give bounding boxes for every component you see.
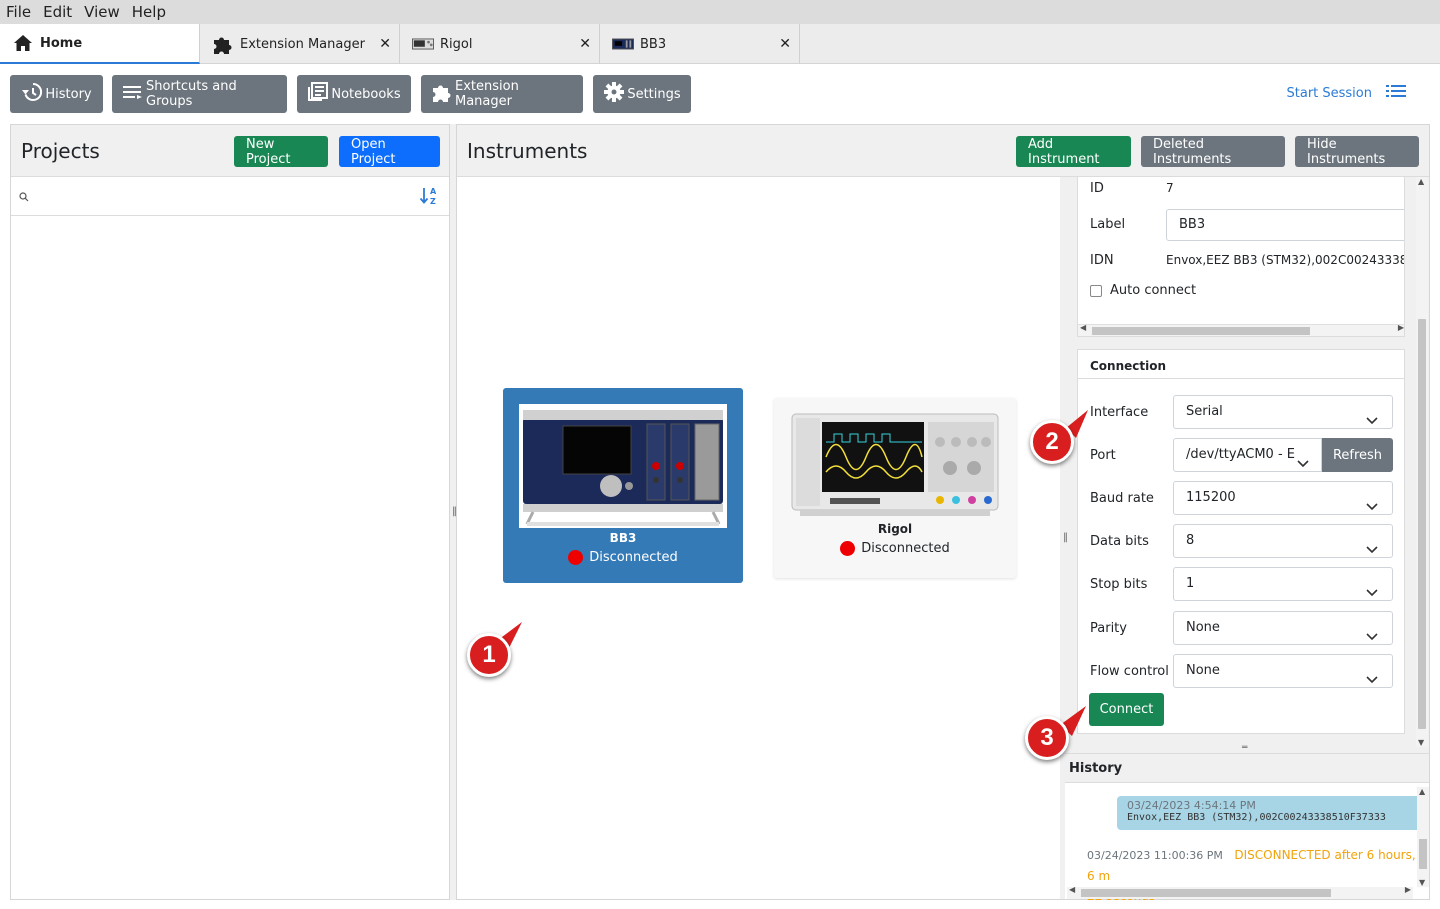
callout-badge-3: 3	[1025, 716, 1069, 760]
callout-badge-1: 1	[467, 633, 511, 677]
callout-pointers	[498, 410, 1088, 736]
callout-badge-2: 2	[1030, 420, 1074, 464]
